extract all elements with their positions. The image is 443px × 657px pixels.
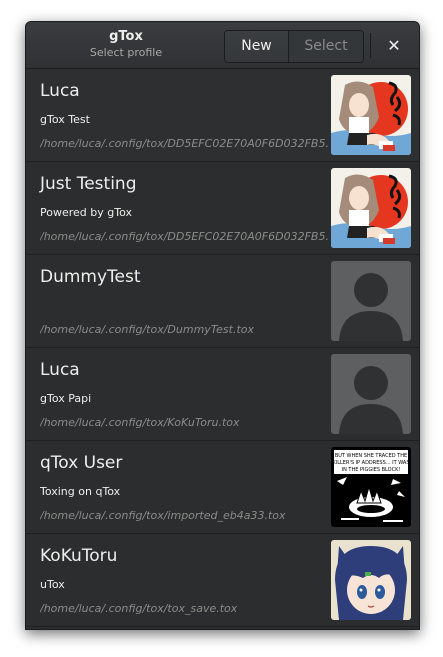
profile-status: gTox Test	[40, 113, 90, 126]
comic-caption-line: KILLER'S IP ADDRESS... IT WAS	[332, 460, 409, 466]
comic-caption-line: BUT WHEN SHE TRACED THE	[335, 453, 407, 459]
comic-caption-line: IN THE PIGGIES BLOCK!	[342, 467, 401, 473]
profile-status: Powered by gTox	[40, 206, 132, 219]
close-icon: ✕	[387, 36, 401, 55]
profile-row[interactable]: DummyTest /home/luca/.config/tox/DummyTe…	[26, 255, 419, 348]
catgirl-avatar	[331, 540, 411, 620]
profile-row[interactable]: qTox User Toxing on qTox /home/luca/.con…	[26, 441, 419, 534]
profile-row[interactable]: Luca gTox Test /home/luca/.config/tox/DD…	[26, 69, 419, 162]
window-subtitle: Select profile	[89, 46, 163, 59]
profile-name: Luca	[40, 360, 80, 380]
anime-girl-avatar	[331, 75, 411, 155]
profile-status: gTox Papi	[40, 392, 92, 405]
new-profile-button[interactable]: New	[225, 31, 289, 62]
profile-selector-window: gTox Select profile New Select ✕ Luca gT…	[25, 21, 420, 630]
profile-list: Luca gTox Test /home/luca/.config/tox/DD…	[26, 69, 419, 629]
profile-path: /home/luca/.config/tox/DD5EFC02E70A0F6D0…	[40, 137, 328, 150]
profile-row[interactable]: Just Testing Powered by gTox /home/luca/…	[26, 162, 419, 255]
default-person-avatar	[331, 261, 411, 341]
profile-name: Just Testing	[40, 174, 137, 194]
default-person-avatar	[331, 354, 411, 434]
profile-path: /home/luca/.config/tox/DD5EFC02E70A0F6D0…	[40, 230, 328, 243]
profile-status: uTox	[40, 578, 65, 591]
profile-row[interactable]: KoKuToru uTox /home/luca/.config/tox/tox…	[26, 534, 419, 627]
profile-name: KoKuToru	[40, 546, 118, 566]
profile-row[interactable]: Luca gTox Papi /home/luca/.config/tox/Ko…	[26, 348, 419, 441]
header-separator	[370, 33, 371, 58]
profile-name: qTox User	[40, 453, 123, 473]
window-title: gTox	[109, 29, 143, 44]
profile-name: Luca	[40, 81, 80, 101]
profile-path: /home/luca/.config/tox/tox_save.tox	[40, 602, 238, 615]
profile-path: /home/luca/.config/tox/imported_eb4a33.t…	[40, 509, 286, 522]
profile-path: /home/luca/.config/tox/KoKuToru.tox	[40, 416, 240, 429]
comic-panel-avatar: BUT WHEN SHE TRACED THE KILLER'S IP ADDR…	[331, 447, 411, 527]
profile-name: DummyTest	[40, 267, 141, 287]
anime-girl-avatar	[331, 168, 411, 248]
new-select-button-group: New Select	[224, 30, 364, 63]
profile-status: Toxing on qTox	[40, 485, 121, 498]
select-profile-button[interactable]: Select	[289, 31, 363, 62]
title-block: gTox Select profile	[66, 29, 186, 61]
close-button[interactable]: ✕	[383, 35, 405, 57]
header-bar: gTox Select profile New Select ✕	[26, 22, 419, 69]
profile-path: /home/luca/.config/tox/DummyTest.tox	[40, 323, 255, 336]
